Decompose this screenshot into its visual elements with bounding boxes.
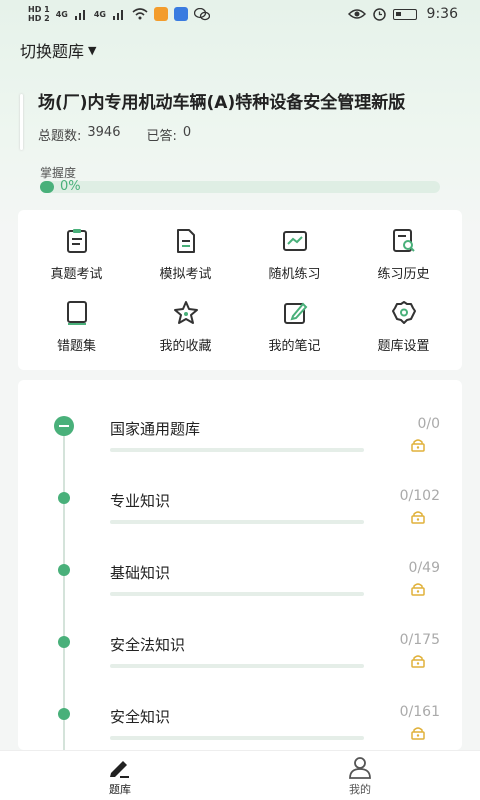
app-icon	[173, 7, 188, 21]
tab-question-bank[interactable]: 题库	[0, 751, 240, 800]
answered-label: 已答:	[146, 129, 177, 144]
total-value: 3946	[87, 125, 121, 140]
sim-1-label: HD 1	[28, 5, 50, 14]
tool-wrong-questions[interactable]: 错题集	[22, 290, 131, 362]
clock-time: 9:36	[426, 6, 458, 22]
chapter-row[interactable]: 专业知识 0/102	[18, 462, 462, 534]
status-right: 9:36	[347, 6, 458, 22]
lock-icon	[411, 583, 425, 596]
book-icon	[66, 300, 87, 325]
chapter-count: 0/175	[399, 632, 440, 648]
chart-line-icon	[282, 230, 307, 251]
tool-label: 我的笔记	[268, 338, 321, 354]
tools-grid: 真题考试 模拟考试 随机练习 练习历史 错题集 我的收藏 我的笔记 题库设置	[18, 210, 462, 370]
tool-label: 模拟考试	[159, 266, 212, 282]
tool-label: 练习历史	[377, 266, 430, 282]
chapter-title: 基础知识	[110, 564, 171, 582]
eye-icon	[347, 9, 366, 19]
chapter-progress-bar	[110, 664, 364, 668]
status-left: HD 1 HD 2 4G 4G	[28, 5, 210, 23]
user-icon	[349, 756, 371, 779]
progress-fill	[40, 181, 54, 193]
progress-track	[40, 181, 440, 193]
star-icon	[173, 300, 198, 324]
clipboard-icon	[66, 228, 87, 253]
lock-icon	[411, 511, 425, 524]
chapter-row[interactable]: 安全知识 0/161	[18, 678, 462, 750]
tool-notes[interactable]: 我的笔记	[240, 290, 349, 362]
bank-title: 场(厂)内专用机动车辆(A)特种设备安全管理新版	[38, 93, 406, 113]
switch-bank-button[interactable]: 切换题库 ▼	[20, 38, 96, 62]
pen-icon	[110, 760, 129, 778]
chapter-progress-bar	[110, 592, 364, 596]
network-1-label: 4G	[55, 9, 68, 19]
chapter-progress-bar	[110, 736, 364, 740]
sim-2-label: HD 2	[28, 14, 50, 23]
chapter-title: 专业知识	[110, 492, 171, 510]
chapter-title: 安全知识	[110, 708, 171, 726]
document-icon	[176, 228, 195, 253]
tab-mine[interactable]: 我的	[240, 751, 480, 800]
chapter-count: 0/49	[408, 560, 440, 576]
switch-bank-label: 切换题库	[20, 42, 85, 61]
chapter-count: 0/102	[399, 488, 440, 504]
tool-real-exam[interactable]: 真题考试	[22, 218, 131, 290]
app-icon	[153, 7, 168, 21]
timeline-node	[58, 564, 70, 576]
edit-icon	[283, 302, 307, 324]
total-label: 总题数:	[38, 129, 82, 144]
tab-label: 我的	[349, 782, 371, 796]
timeline-node	[58, 492, 70, 504]
chapter-row[interactable]: 基础知识 0/49	[18, 534, 462, 606]
alarm-icon	[372, 8, 386, 21]
tool-label: 我的收藏	[159, 338, 212, 354]
chapter-list: 国家通用题库 0/0 专业知识 0/102 基础知识 0/49 安全法知识 0/…	[18, 380, 462, 750]
chapter-count: 0/161	[399, 704, 440, 720]
tool-random-practice[interactable]: 随机练习	[240, 218, 349, 290]
bank-accent-bar	[20, 94, 23, 150]
wifi-icon	[132, 8, 148, 20]
chapter-count: 0/0	[417, 416, 440, 432]
bottom-tab-bar: 题库 我的	[0, 750, 480, 800]
lock-icon	[411, 439, 425, 452]
tab-label: 题库	[109, 782, 131, 796]
timeline-node	[58, 636, 70, 648]
gear-icon	[391, 300, 416, 324]
tool-bank-settings[interactable]: 题库设置	[349, 290, 458, 362]
tool-label: 随机练习	[268, 266, 321, 282]
lock-icon	[411, 655, 425, 668]
tool-label: 错题集	[56, 338, 96, 354]
chapter-row[interactable]: 国家通用题库 0/0	[18, 390, 462, 462]
chapter-title: 安全法知识	[110, 636, 186, 654]
tool-favorites[interactable]: 我的收藏	[131, 290, 240, 362]
lock-icon	[411, 727, 425, 740]
chapter-progress-bar	[110, 448, 364, 452]
timeline-node	[58, 708, 70, 720]
battery-icon	[392, 8, 417, 20]
history-search-icon	[392, 228, 415, 252]
tool-label: 真题考试	[50, 266, 103, 282]
answered-value: 0	[182, 125, 192, 140]
chapter-row[interactable]: 安全法知识 0/175	[18, 606, 462, 678]
mastery-percent: 0%	[60, 179, 81, 194]
caret-down-icon: ▼	[88, 43, 97, 57]
signal-icon	[112, 10, 123, 20]
tool-label: 题库设置	[377, 338, 430, 354]
collapse-node-icon[interactable]	[54, 416, 74, 436]
status-bar: HD 1 HD 2 4G 4G 9:36	[0, 0, 480, 28]
chapter-progress-bar	[110, 520, 364, 524]
tool-practice-history[interactable]: 练习历史	[349, 218, 458, 290]
sim-indicators: HD 1 HD 2	[28, 5, 50, 23]
mastery-progress: 0%	[40, 179, 440, 194]
chapter-title: 国家通用题库	[110, 420, 201, 438]
bank-info: 场(厂)内专用机动车辆(A)特种设备安全管理新版 总题数: 3946 已答: 0	[20, 88, 470, 150]
tool-mock-exam[interactable]: 模拟考试	[131, 218, 240, 290]
wechat-icon	[193, 7, 210, 20]
network-2-label: 4G	[93, 9, 106, 19]
signal-icon	[74, 10, 85, 20]
bank-stats: 总题数: 3946 已答: 0	[38, 125, 470, 144]
